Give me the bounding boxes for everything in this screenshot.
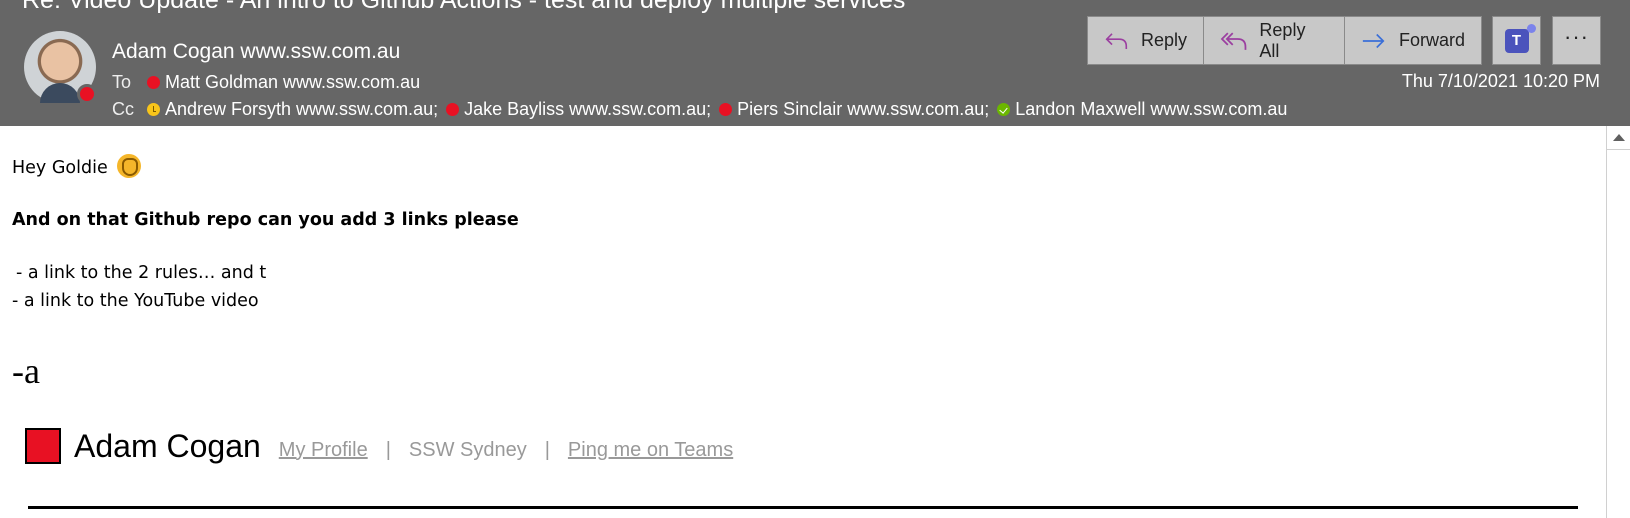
separator: | bbox=[385, 438, 391, 461]
email-subject: Re: Video Update - An intro to Github Ac… bbox=[22, 0, 906, 14]
list-item-rules-link: - a link to the 2 rules… and t bbox=[16, 263, 267, 283]
signature-divider bbox=[28, 506, 1578, 509]
to-label: To bbox=[112, 72, 132, 92]
recipient-name: Matt Goldman www.ssw.com.au bbox=[165, 72, 421, 92]
reply-all-label: Reply All bbox=[1259, 19, 1306, 61]
sent-date: Thu 7/10/2021 10:20 PM bbox=[1401, 71, 1600, 91]
busy-presence-icon bbox=[719, 103, 733, 116]
message-header: Re: Video Update - An intro to Github Ac… bbox=[0, 0, 1630, 126]
recipient-matt-goldman[interactable]: Matt Goldman www.ssw.com.au bbox=[145, 72, 420, 93]
signature-name: Adam Cogan bbox=[74, 427, 261, 464]
teams-chat-button[interactable]: T bbox=[1492, 16, 1541, 65]
request-line: And on that Github repo can you add 3 li… bbox=[12, 210, 519, 230]
recipient-piers-sinclair[interactable]: Piers Sinclair www.ssw.com.au; bbox=[717, 99, 995, 120]
scroll-up-arrow-icon[interactable] bbox=[1607, 126, 1630, 150]
forward-button[interactable]: Forward bbox=[1345, 17, 1481, 64]
teams-icon: T bbox=[1504, 23, 1536, 53]
recipient-jake-bayliss[interactable]: Jake Bayliss www.ssw.com.au; bbox=[444, 99, 717, 120]
recipient-name: Jake Bayliss www.ssw.com.au; bbox=[464, 99, 712, 119]
reply-all-button[interactable]: Reply All bbox=[1204, 17, 1345, 64]
my-profile-link[interactable]: My Profile bbox=[279, 439, 368, 462]
reply-all-icon bbox=[1220, 32, 1247, 50]
waving-hand-icon bbox=[117, 154, 142, 178]
message-body: Hey Goldie And on that Github repo can y… bbox=[0, 126, 1606, 518]
greeting-text: Hey Goldie bbox=[12, 158, 108, 178]
response-buttons: Reply Reply All Forward bbox=[1087, 16, 1482, 65]
vertical-scrollbar[interactable] bbox=[1606, 126, 1630, 518]
more-actions-button[interactable]: ··· bbox=[1552, 16, 1601, 65]
reply-icon bbox=[1105, 32, 1128, 49]
dash-a-text: -a bbox=[12, 351, 40, 391]
separator: | bbox=[544, 438, 550, 461]
recipient-andrew-forsyth[interactable]: Andrew Forsyth www.ssw.com.au; bbox=[145, 99, 444, 120]
recipient-landon-maxwell[interactable]: Landon Maxwell www.ssw.com.au bbox=[995, 99, 1287, 120]
ssw-logo-square-icon bbox=[25, 428, 61, 464]
forward-label: Forward bbox=[1398, 30, 1465, 50]
recipient-name: Andrew Forsyth www.ssw.com.au; bbox=[165, 99, 439, 119]
busy-presence-icon bbox=[446, 103, 460, 116]
away-presence-icon bbox=[147, 103, 160, 116]
forward-arrow-icon bbox=[1362, 33, 1385, 48]
to-row: To Matt Goldman www.ssw.com.au bbox=[112, 72, 420, 93]
recipient-name: Landon Maxwell www.ssw.com.au bbox=[1015, 99, 1288, 119]
ellipsis-icon: ··· bbox=[1564, 23, 1589, 49]
email-signature: Adam Cogan My Profile | SSW Sydney | Pin… bbox=[25, 426, 733, 466]
sender-name[interactable]: Adam Cogan www.ssw.com.au bbox=[112, 40, 400, 64]
reply-label: Reply bbox=[1140, 30, 1187, 50]
greeting-line: Hey Goldie bbox=[12, 154, 142, 178]
recipient-name: Piers Sinclair www.ssw.com.au; bbox=[737, 99, 990, 119]
sender-presence-busy-icon bbox=[77, 84, 97, 104]
ping-me-on-teams-link[interactable]: Ping me on Teams bbox=[568, 439, 733, 462]
busy-presence-icon bbox=[147, 76, 160, 89]
cc-row: Cc Andrew Forsyth www.ssw.com.au; Jake B… bbox=[112, 99, 1287, 120]
reply-button[interactable]: Reply bbox=[1088, 17, 1204, 64]
list-item-youtube-link: - a link to the YouTube video bbox=[12, 291, 259, 311]
signature-location: SSW Sydney bbox=[408, 438, 527, 461]
available-presence-icon bbox=[997, 103, 1011, 116]
cc-label: Cc bbox=[112, 99, 134, 119]
